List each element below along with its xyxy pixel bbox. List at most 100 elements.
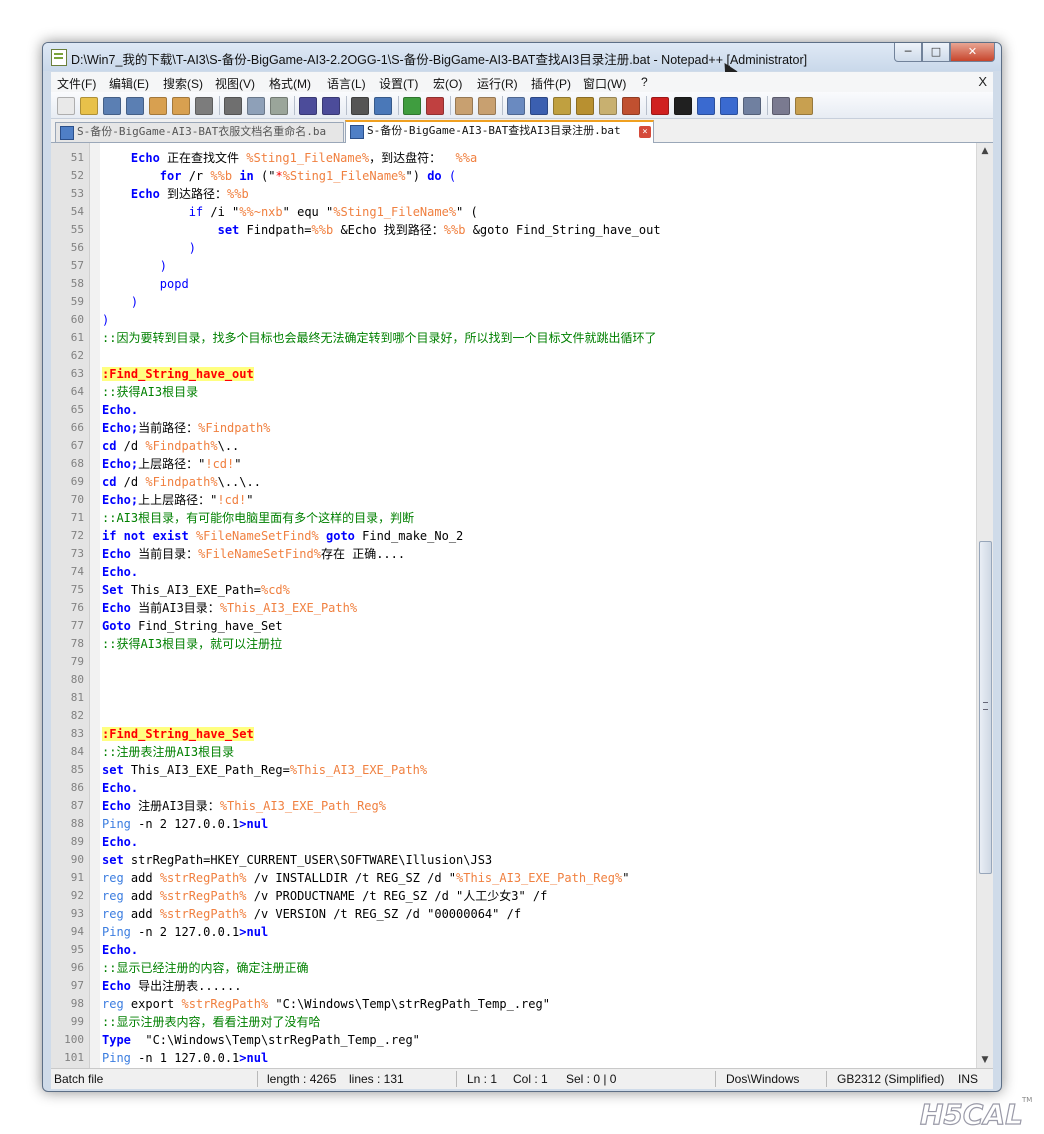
code-line[interactable]: 63:Find_String_have_out xyxy=(51,365,977,383)
maximize-button[interactable]: □ xyxy=(922,43,950,62)
undo-icon[interactable] xyxy=(299,97,317,115)
code-line[interactable]: 85 set This_AI3_EXE_Path_Reg=%This_AI3_EX… xyxy=(51,761,977,779)
user-lang-icon[interactable] xyxy=(576,97,594,115)
menu-item[interactable]: 语言(L) xyxy=(327,75,366,92)
menu-close-document-button[interactable]: X xyxy=(978,74,987,89)
word-wrap-icon[interactable] xyxy=(507,97,525,115)
code-line[interactable]: 57 ) xyxy=(51,257,977,275)
menu-item[interactable]: ? xyxy=(641,75,648,89)
status-encoding[interactable]: GB2312 (Simplified) xyxy=(837,1072,944,1086)
redo-icon[interactable] xyxy=(322,97,340,115)
code-line[interactable]: 89 Echo. xyxy=(51,833,977,851)
code-line[interactable]: 91 reg add %strRegPath% /v INSTALLDIR /t … xyxy=(51,869,977,887)
replace-icon[interactable] xyxy=(374,97,392,115)
save-icon[interactable] xyxy=(103,97,121,115)
close-button[interactable]: ✕ xyxy=(950,43,995,62)
code-line[interactable]: 69 cd /d %Findpath%\..\.. xyxy=(51,473,977,491)
find-icon[interactable] xyxy=(351,97,369,115)
save-all-icon[interactable] xyxy=(126,97,144,115)
code-line[interactable]: 81 xyxy=(51,689,977,707)
code-line[interactable]: 80 xyxy=(51,671,977,689)
menu-item[interactable]: 格式(M) xyxy=(269,75,311,92)
code-line[interactable]: 73 Echo 当前目录：%FileNameSetFind%存在 正确.... xyxy=(51,545,977,563)
zoom-out-icon[interactable] xyxy=(426,97,444,115)
code-line[interactable]: 53 Echo 到达路径：%%b xyxy=(51,185,977,203)
code-line[interactable]: 61::因为要转到目录，找多个目标也会最终无法确定转到哪个目录好，所以找到一个目… xyxy=(51,329,977,347)
code-line[interactable]: 90 set strRegPath=HKEY_CURRENT_USER\SOFTW… xyxy=(51,851,977,869)
code-line[interactable]: 70 Echo;上上层路径："!cd!" xyxy=(51,491,977,509)
code-line[interactable]: 79 xyxy=(51,653,977,671)
tab-close-icon[interactable]: × xyxy=(639,126,651,138)
code-line[interactable]: 92 reg add %strRegPath% /v PRODUCTNAME /t… xyxy=(51,887,977,905)
code-line[interactable]: 74 Echo. xyxy=(51,563,977,581)
scroll-up-arrow-icon[interactable]: ▲ xyxy=(980,146,990,156)
code-line[interactable]: 56 ) xyxy=(51,239,977,257)
menu-item[interactable]: 搜索(S) xyxy=(163,75,203,92)
code-line[interactable]: 75 Set This_AI3_EXE_Path=%cd% xyxy=(51,581,977,599)
code-line[interactable]: 55 set Findpath=%%b &Echo 找到路径：%%b &goto… xyxy=(51,221,977,239)
tab-clothes-rename[interactable]: S-备份-BigGame-AI3-BAT衣服文档名重命名.ba xyxy=(55,122,344,142)
sync-horizontal-icon[interactable] xyxy=(478,97,496,115)
code-line[interactable]: 84::注册表注册AI3根目录 xyxy=(51,743,977,761)
code-line[interactable]: 78::获得AI3根目录，就可以注册拉 xyxy=(51,635,977,653)
menu-item[interactable]: 窗口(W) xyxy=(583,75,626,92)
menu-item[interactable]: 插件(P) xyxy=(531,75,571,92)
scroll-down-arrow-icon[interactable]: ▼ xyxy=(980,1055,990,1065)
print-icon[interactable] xyxy=(195,97,213,115)
function-list-icon[interactable] xyxy=(622,97,640,115)
code-line[interactable]: 95 Echo. xyxy=(51,941,977,959)
paste-icon[interactable] xyxy=(270,97,288,115)
vertical-scrollbar[interactable]: ▲ ▼ xyxy=(976,143,993,1068)
tab-find-ai3-register[interactable]: S-备份-BigGame-AI3-BAT查找AI3目录注册.bat × xyxy=(345,120,654,144)
code-line[interactable]: 99::显示注册表内容，看看注册对了没有哈 xyxy=(51,1013,977,1031)
open-file-icon[interactable] xyxy=(80,97,98,115)
close-all-icon[interactable] xyxy=(172,97,190,115)
code-line[interactable]: 100 Type "C:\Windows\Temp\strRegPath_Temp… xyxy=(51,1031,977,1049)
menu-item[interactable]: 文件(F) xyxy=(57,75,96,92)
menu-item[interactable]: 宏(O) xyxy=(433,75,462,92)
code-line[interactable]: 67 cd /d %Findpath%\.. xyxy=(51,437,977,455)
code-line[interactable]: 76 Echo 当前AI3目录：%This_AI3_EXE_Path% xyxy=(51,599,977,617)
code-area[interactable]: 51 Echo 正在查找文件 %Sting1_FileName%，到达盘符： %… xyxy=(51,149,977,1067)
code-editor[interactable]: 51 Echo 正在查找文件 %Sting1_FileName%，到达盘符： %… xyxy=(51,143,993,1068)
code-line[interactable]: 82 xyxy=(51,707,977,725)
code-line[interactable]: 94 Ping -n 2 127.0.0.1>nul xyxy=(51,923,977,941)
status-eol[interactable]: Dos\Windows xyxy=(726,1072,799,1086)
code-line[interactable]: 62 xyxy=(51,347,977,365)
code-line[interactable]: 64::获得AI3根目录 xyxy=(51,383,977,401)
code-line[interactable]: 83:Find_String_have_Set xyxy=(51,725,977,743)
indent-guide-icon[interactable] xyxy=(553,97,571,115)
menu-item[interactable]: 视图(V) xyxy=(215,75,255,92)
code-line[interactable]: 87 Echo 注册AI3目录：%This_AI3_EXE_Path_Reg% xyxy=(51,797,977,815)
record-macro-icon[interactable] xyxy=(651,97,669,115)
title-bar[interactable]: D:\Win7_我的下载\T-AI3\S-备份-BigGame-AI3-2.2O… xyxy=(43,43,1001,79)
menu-item[interactable]: 设置(T) xyxy=(379,75,418,92)
code-line[interactable]: 101 Ping -n 1 127.0.0.1>nul xyxy=(51,1049,977,1067)
sync-vertical-icon[interactable] xyxy=(455,97,473,115)
run-macro-multiple-icon[interactable] xyxy=(720,97,738,115)
menu-item[interactable]: 编辑(E) xyxy=(109,75,149,92)
code-line[interactable]: 51 Echo 正在查找文件 %Sting1_FileName%，到达盘符： %… xyxy=(51,149,977,167)
code-line[interactable]: 58 popd xyxy=(51,275,977,293)
code-line[interactable]: 97 Echo 导出注册表...... xyxy=(51,977,977,995)
code-line[interactable]: 52 for /r %%b in ("*%Sting1_FileName%") … xyxy=(51,167,977,185)
save-macro-icon[interactable] xyxy=(743,97,761,115)
code-line[interactable]: 71::AI3根目录，有可能你电脑里面有多个这样的目录，判断 xyxy=(51,509,977,527)
play-macro-icon[interactable] xyxy=(697,97,715,115)
new-file-icon[interactable] xyxy=(57,97,75,115)
minimize-button[interactable]: ─ xyxy=(894,43,922,62)
code-line[interactable]: 98 reg export %strRegPath% "C:\Windows\Te… xyxy=(51,995,977,1013)
cut-icon[interactable] xyxy=(224,97,242,115)
code-line[interactable]: 60) xyxy=(51,311,977,329)
spell-check-icon[interactable] xyxy=(772,97,790,115)
doc-map-icon[interactable] xyxy=(599,97,617,115)
code-line[interactable]: 86 Echo. xyxy=(51,779,977,797)
code-line[interactable]: 65 Echo. xyxy=(51,401,977,419)
code-line[interactable]: 66 Echo;当前路径：%Findpath% xyxy=(51,419,977,437)
close-icon[interactable] xyxy=(149,97,167,115)
hex-icon[interactable] xyxy=(795,97,813,115)
code-line[interactable]: 68 Echo;上层路径："!cd!" xyxy=(51,455,977,473)
code-line[interactable]: 96::显示已经注册的内容，确定注册正确 xyxy=(51,959,977,977)
show-all-chars-icon[interactable] xyxy=(530,97,548,115)
zoom-in-icon[interactable] xyxy=(403,97,421,115)
